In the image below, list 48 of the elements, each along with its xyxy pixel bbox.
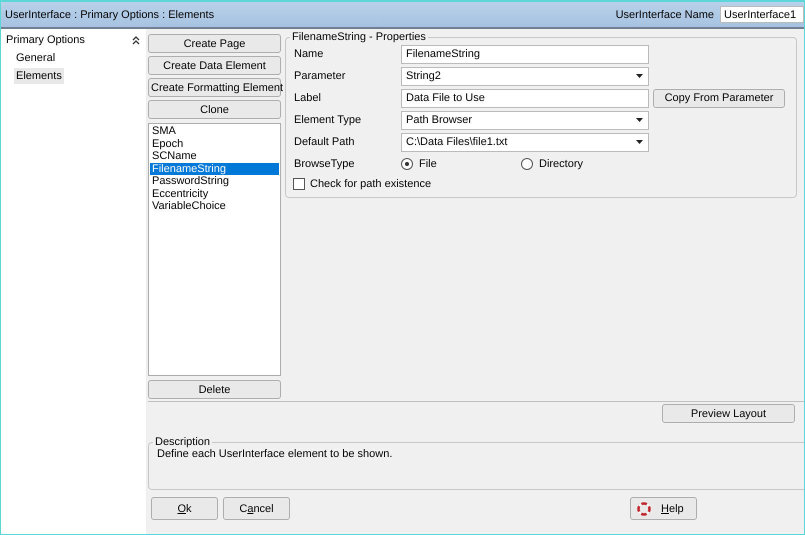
list-item[interactable]: Eccentricity: [150, 188, 279, 200]
field-label: Element Type: [294, 114, 362, 126]
radio-label: File: [419, 158, 437, 170]
list-item[interactable]: SMA: [150, 125, 279, 138]
checkbox[interactable]: [293, 178, 305, 190]
description-text: Define each UserInterface element to be shown.: [157, 448, 394, 460]
action-button[interactable]: Create Data Element: [148, 56, 281, 75]
list-item[interactable]: PasswordString: [150, 175, 279, 188]
name-label: UserInterface Name: [616, 8, 714, 20]
field-label: Default Path: [294, 136, 356, 148]
radio-button[interactable]: [401, 158, 413, 170]
dropdown-arrow-icon[interactable]: [636, 74, 643, 78]
action-button[interactable]: Create Formatting Element: [148, 78, 281, 97]
delete-button[interactable]: Delete: [148, 380, 281, 399]
group-title: Description: [154, 436, 212, 448]
field-label: Name: [294, 48, 324, 60]
name-field[interactable]: UserInterface1: [720, 6, 804, 23]
list-item[interactable]: SCName: [150, 150, 279, 162]
tree-item[interactable]: General: [14, 50, 58, 66]
text-field[interactable]: Data File to Use: [401, 88, 649, 108]
copy-button[interactable]: Copy From Parameter: [653, 88, 785, 108]
dropdown-arrow-icon[interactable]: [636, 118, 643, 122]
window-title: UserInterface : Primary Options : Elements: [5, 8, 216, 20]
field-label: BrowseType: [294, 158, 356, 170]
list-item[interactable]: FilenameString: [150, 162, 279, 175]
action-button[interactable]: Create Page: [148, 34, 281, 53]
cancel-button[interactable]: Cancel: [223, 497, 290, 520]
radio-button[interactable]: [521, 158, 533, 170]
preview-button[interactable]: Preview Layout: [662, 404, 795, 423]
field-label: Parameter: [294, 70, 346, 82]
field-label: Label: [294, 92, 322, 104]
radio-label: Directory: [539, 158, 584, 170]
dropdown[interactable]: Path Browser: [401, 110, 649, 130]
tree-item[interactable]: Elements: [14, 68, 64, 84]
checkbox-label: Check for path existence: [310, 178, 432, 190]
action-button[interactable]: Clone: [148, 100, 281, 119]
ok-button[interactable]: Ok: [151, 497, 218, 520]
lifebuoy-icon: [637, 502, 651, 516]
tree-item[interactable]: Primary Options: [6, 34, 85, 46]
list-item[interactable]: Epoch: [150, 138, 279, 150]
collapse-icon[interactable]: [132, 36, 140, 44]
group-title: FilenameString - Properties: [291, 31, 427, 43]
list-item[interactable]: VariableChoice: [150, 200, 279, 212]
dropdown[interactable]: String2: [401, 66, 649, 86]
help-button[interactable]: Help: [630, 497, 697, 520]
text-field[interactable]: FilenameString: [401, 44, 649, 64]
dropdown[interactable]: C:\Data Files\file1.txt: [401, 132, 649, 152]
dropdown-arrow-icon[interactable]: [636, 140, 643, 144]
